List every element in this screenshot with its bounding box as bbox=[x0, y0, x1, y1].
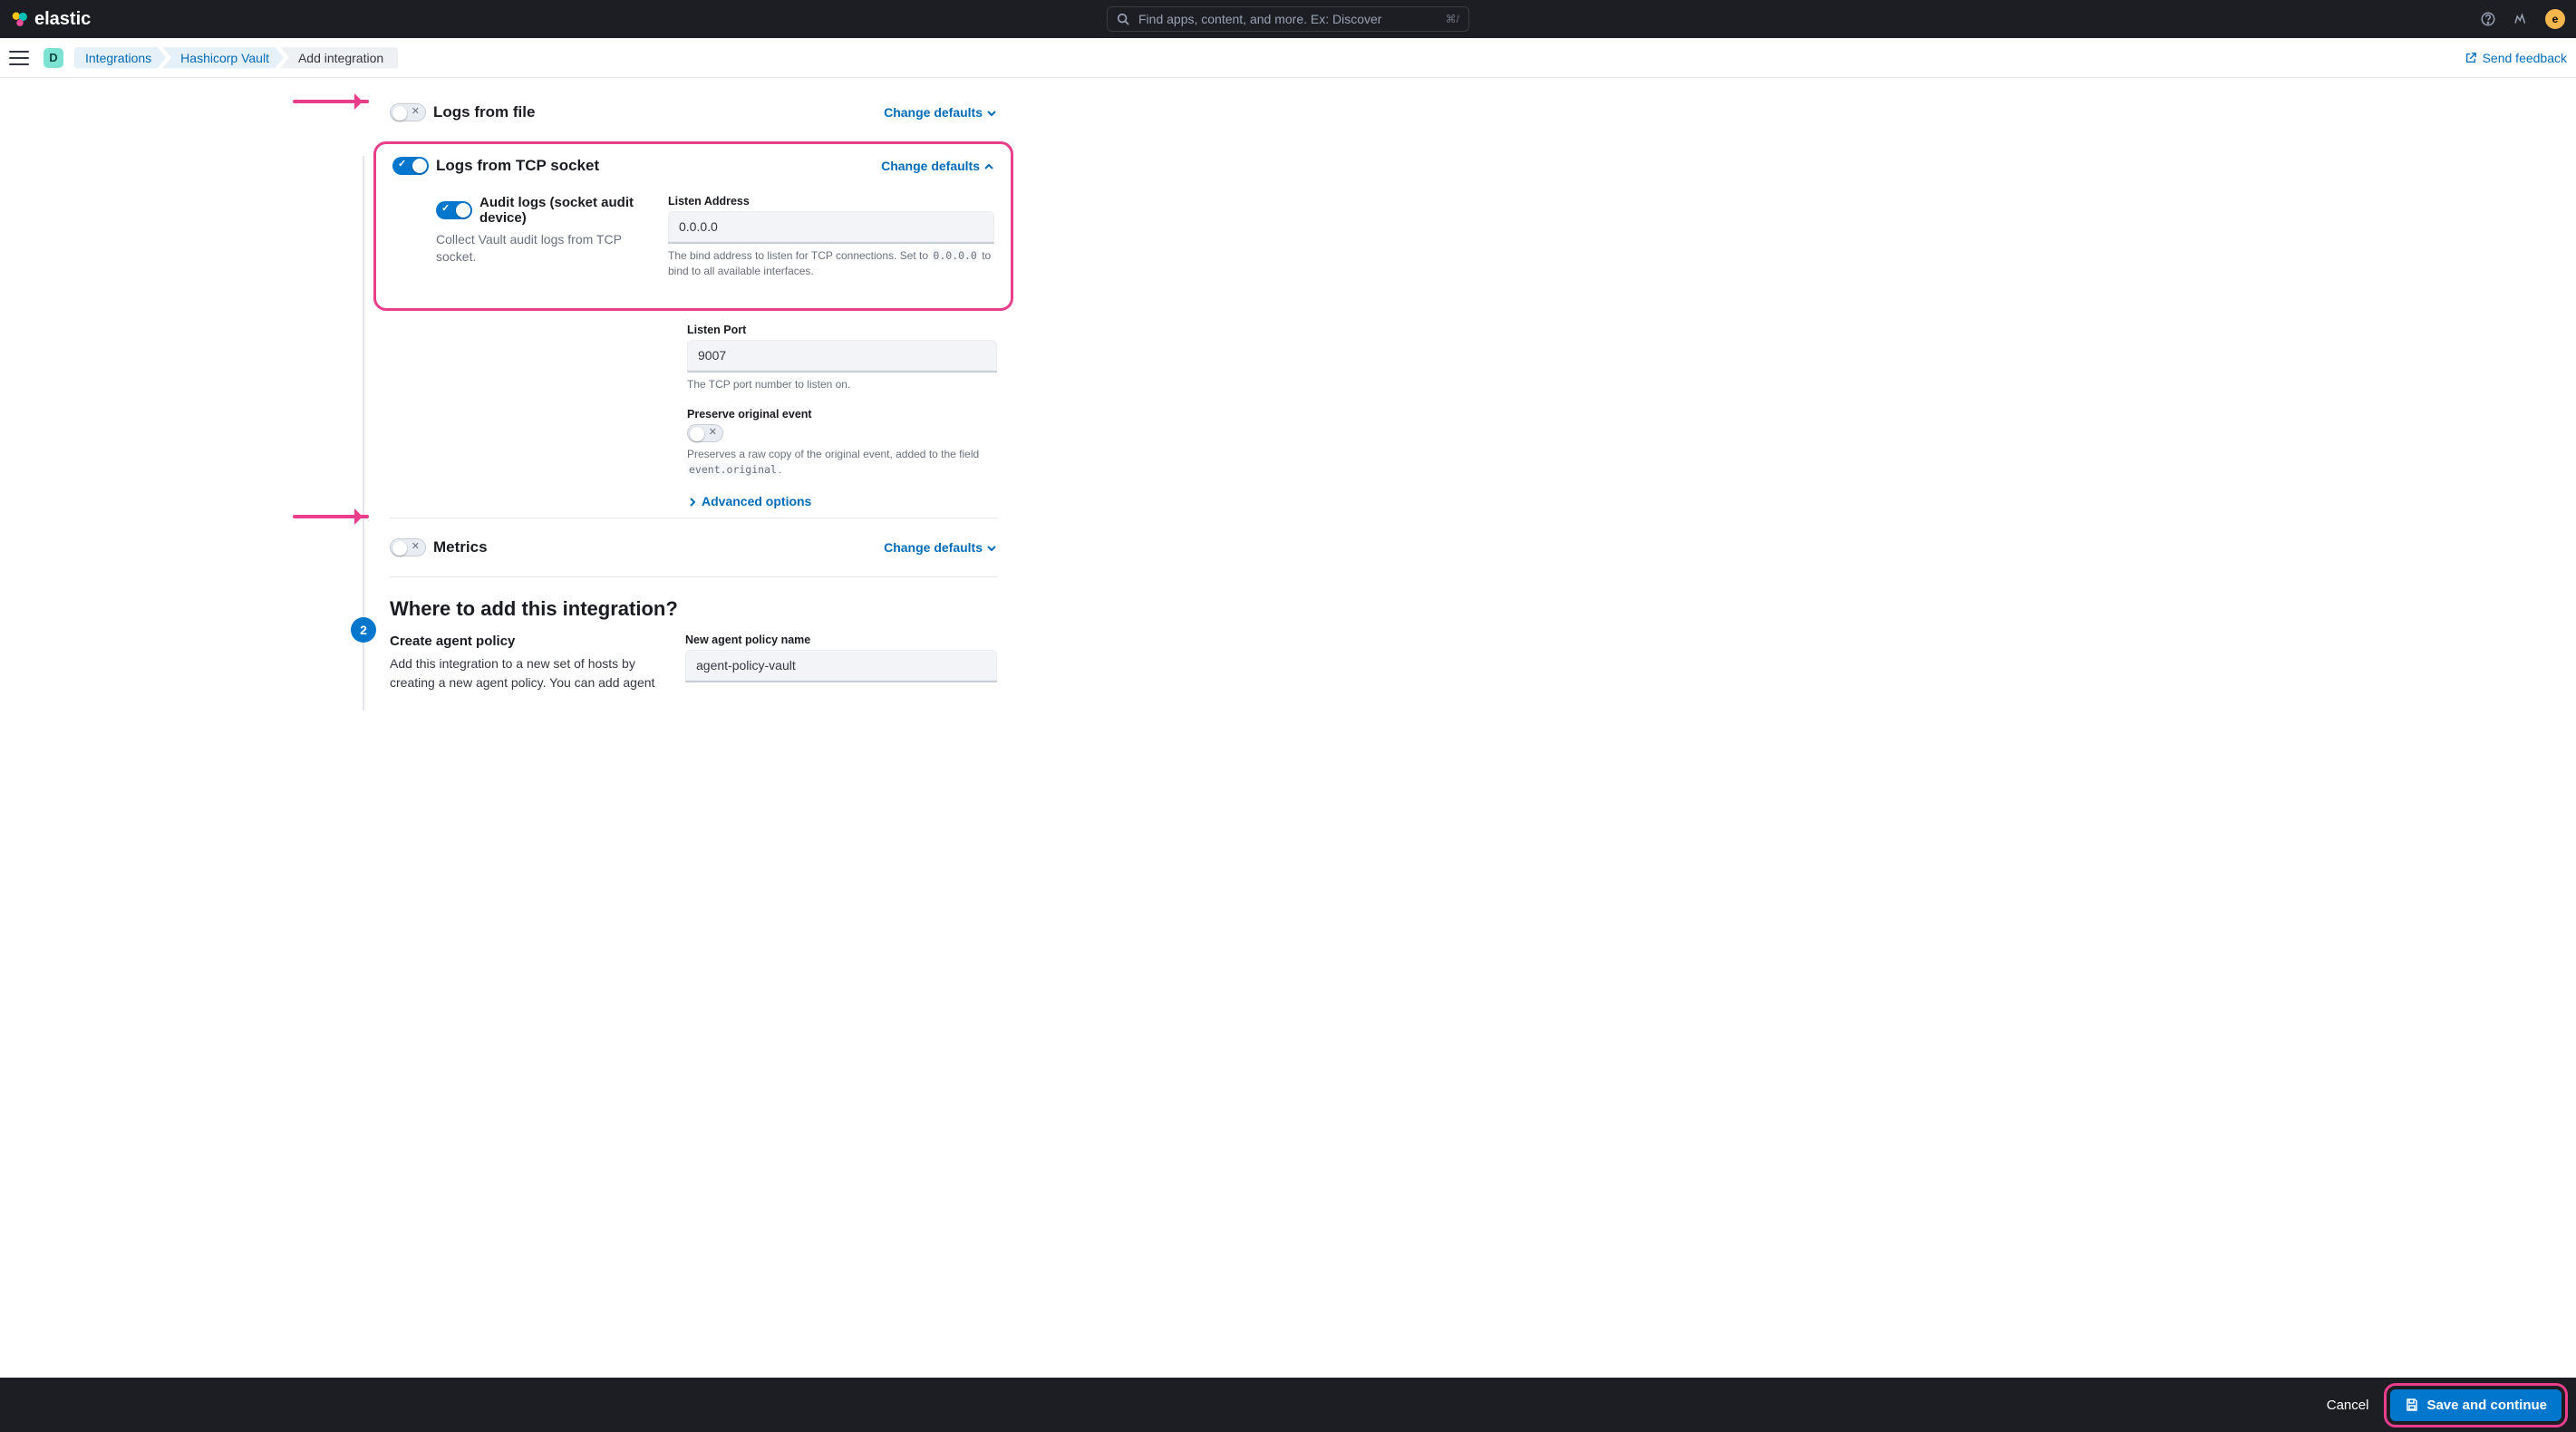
external-link-icon bbox=[2465, 52, 2477, 64]
policy-name-label: New agent policy name bbox=[685, 634, 997, 646]
step-number-badge: 2 bbox=[351, 617, 376, 643]
brand-logo[interactable]: elastic bbox=[11, 9, 91, 30]
create-policy-title: Create agent policy bbox=[390, 634, 662, 649]
toggle-logs-tcp[interactable] bbox=[392, 157, 429, 175]
global-search[interactable]: Find apps, content, and more. Ex: Discov… bbox=[1107, 6, 1469, 32]
change-defaults-logs-file[interactable]: Change defaults bbox=[884, 105, 997, 120]
listen-port-help: The TCP port number to listen on. bbox=[687, 377, 997, 392]
footer-bar: Cancel Save and continue bbox=[0, 1378, 2576, 1432]
newsfeed-icon[interactable] bbox=[2513, 11, 2529, 27]
annotation-arrow bbox=[293, 515, 369, 518]
global-header: elastic Find apps, content, and more. Ex… bbox=[0, 0, 2576, 38]
listen-port-input[interactable] bbox=[687, 340, 997, 373]
chevron-up-icon bbox=[983, 160, 994, 171]
create-policy-desc: Add this integration to a new set of hos… bbox=[390, 654, 662, 692]
breadcrumb-hashicorp-vault[interactable]: Hashicorp Vault bbox=[162, 47, 284, 69]
preserve-event-label: Preserve original event bbox=[687, 408, 997, 421]
chevron-down-icon bbox=[986, 107, 997, 118]
section-title: Logs from TCP socket bbox=[436, 157, 599, 175]
send-feedback-link[interactable]: Send feedback bbox=[2465, 51, 2567, 65]
breadcrumb-add-integration: Add integration bbox=[280, 47, 398, 69]
search-icon bbox=[1117, 13, 1129, 25]
listen-address-input[interactable] bbox=[668, 211, 994, 244]
section-divider bbox=[390, 576, 997, 577]
advanced-options-link[interactable]: Advanced options bbox=[687, 494, 997, 508]
breadcrumbs: Integrations Hashicorp Vault Add integra… bbox=[74, 47, 398, 69]
listen-port-label: Listen Port bbox=[687, 324, 997, 336]
save-icon bbox=[2405, 1398, 2419, 1412]
help-icon[interactable] bbox=[2480, 11, 2496, 27]
save-and-continue-button[interactable]: Save and continue bbox=[2390, 1389, 2561, 1421]
search-placeholder-text: Find apps, content, and more. Ex: Discov… bbox=[1138, 12, 1381, 26]
sub-header: D Integrations Hashicorp Vault Add integ… bbox=[0, 38, 2576, 78]
section-title: Metrics bbox=[433, 538, 488, 556]
change-defaults-logs-tcp[interactable]: Change defaults bbox=[881, 159, 994, 173]
audit-logs-label: Audit logs (socket audit device) bbox=[479, 195, 646, 226]
section-title: Logs from file bbox=[433, 103, 535, 121]
chevron-right-icon bbox=[687, 496, 698, 507]
annotation-arrow bbox=[293, 100, 369, 103]
cancel-button[interactable]: Cancel bbox=[2316, 1390, 2380, 1420]
listen-address-help: The bind address to listen for TCP conne… bbox=[668, 248, 994, 279]
user-avatar[interactable]: e bbox=[2545, 9, 2565, 29]
search-shortcut: ⌘/ bbox=[1446, 13, 1459, 25]
policy-name-input[interactable] bbox=[685, 650, 997, 682]
toggle-audit-logs[interactable] bbox=[436, 201, 472, 219]
section-metrics: Metrics Change defaults bbox=[390, 527, 997, 567]
change-defaults-metrics[interactable]: Change defaults bbox=[884, 540, 997, 555]
highlight-tcp-section: Logs from TCP socket Change defaults Aud… bbox=[373, 141, 1013, 311]
section-logs-from-file: Logs from file Change defaults bbox=[390, 92, 997, 132]
audit-logs-help: Collect Vault audit logs from TCP socket… bbox=[436, 231, 646, 266]
breadcrumb-integrations[interactable]: Integrations bbox=[74, 47, 166, 69]
step2-heading: Where to add this integration? bbox=[390, 597, 997, 621]
elastic-logo-icon bbox=[11, 10, 29, 28]
chevron-down-icon bbox=[986, 542, 997, 553]
deployment-badge[interactable]: D bbox=[44, 48, 63, 68]
preserve-event-help: Preserves a raw copy of the original eve… bbox=[687, 447, 997, 478]
toggle-preserve-event[interactable] bbox=[687, 424, 723, 442]
brand-text: elastic bbox=[34, 9, 91, 30]
toggle-metrics[interactable] bbox=[390, 538, 426, 556]
toggle-logs-from-file[interactable] bbox=[390, 103, 426, 121]
listen-address-label: Listen Address bbox=[668, 195, 994, 208]
nav-toggle-icon[interactable] bbox=[9, 51, 29, 65]
